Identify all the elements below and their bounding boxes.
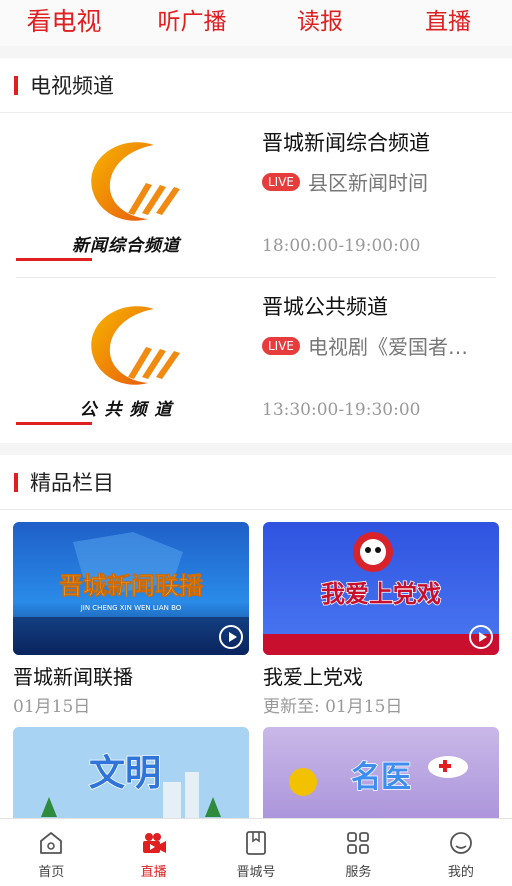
nav-label: 服务 [345, 865, 372, 880]
nav-label: 首页 [38, 865, 65, 880]
program-card-news[interactable]: 晋城新闻联播 JIN CHENG XIN WEN LIAN BO 晋城新闻联播 … [13, 522, 249, 717]
section-marker [14, 472, 18, 492]
section-marker [14, 75, 18, 95]
active-indicator [16, 422, 92, 425]
nav-services[interactable]: 服务 [307, 819, 409, 886]
program-date: 01月15日 [13, 697, 91, 717]
channel-logo-text: 新闻综合频道 [72, 236, 180, 256]
tab-live[interactable]: 直播 [384, 0, 512, 46]
top-tab-bar: 看电视 听广播 读报 直播 [0, 0, 512, 46]
nav-label: 我的 [447, 865, 474, 880]
program-thumbnail: 晋城新闻联播 JIN CHENG XIN WEN LIAN BO [13, 522, 249, 655]
program-title: 我爱上党戏 [263, 665, 363, 689]
thumbnail-title: 文明 [89, 753, 161, 794]
channel-item-public[interactable]: 公 共 频 道 晋城公共频道 LIVE 电视剧《爱国者… 13:30:00-19… [0, 277, 512, 441]
thumbnail-title: 我爱上党戏 [321, 579, 441, 608]
nav-jincheng-account[interactable]: 晋城号 [205, 819, 307, 886]
play-icon[interactable] [219, 625, 243, 649]
channel-name: 晋城新闻综合频道 [262, 131, 430, 155]
swoosh-logo-icon [91, 142, 180, 221]
camera-icon [142, 833, 166, 853]
channel-logo: 新闻综合频道 [16, 127, 236, 262]
program-time: 18:00:00-19:00:00 [262, 236, 421, 256]
program-title: 晋城新闻联播 [13, 665, 133, 689]
channel-name: 晋城公共频道 [262, 295, 388, 319]
nav-profile[interactable]: 我的 [410, 819, 512, 886]
program-thumbnail: 我爱上党戏 [263, 522, 499, 655]
thumbnail-title: 晋城新闻联播 [59, 572, 204, 600]
tab-watch-tv[interactable]: 看电视 [0, 0, 128, 46]
current-program: LIVE 电视剧《爱国者… [262, 331, 498, 360]
section-header: 电视频道 [0, 58, 512, 113]
section-title: 精品栏目 [30, 471, 114, 495]
live-badge: LIVE [262, 336, 301, 355]
thumbnail-subtitle: JIN CHENG XIN WEN LIAN BO [80, 604, 182, 612]
program-time: 13:30:00-19:30:00 [262, 400, 421, 420]
bottom-nav: 首页 直播 晋城号 服务 我的 [0, 818, 512, 886]
tab-radio[interactable]: 听广播 [128, 0, 256, 46]
featured-programs-section: 精品栏目 晋城新闻联播 JIN CHENG XIN WEN LIAN BO 晋城… [0, 455, 512, 860]
channel-item-news[interactable]: 新闻综合频道 晋城新闻综合频道 LIVE 县区新闻时间 18:00:00-19:… [0, 113, 512, 277]
nav-home[interactable]: 首页 [0, 819, 102, 886]
swoosh-logo-icon [91, 306, 180, 385]
program-title: 电视剧《爱国者… [308, 335, 469, 359]
nav-label: 晋城号 [236, 865, 276, 880]
home-icon [40, 832, 63, 854]
program-date: 更新至: 01月15日 [263, 697, 403, 717]
current-program: LIVE 县区新闻时间 [262, 167, 498, 196]
tab-newspaper[interactable]: 读报 [256, 0, 384, 46]
tv-channels-section: 电视频道 新闻综合频道 晋城新闻综合频道 LIVE 县区新闻时间 18:00:0… [0, 58, 512, 443]
nav-label: 直播 [140, 865, 167, 880]
bookmark-icon [246, 831, 266, 855]
live-badge: LIVE [262, 172, 301, 191]
channel-logo-text: 公 共 频 道 [79, 400, 173, 420]
profile-icon [449, 832, 472, 854]
section-header: 精品栏目 [0, 455, 512, 510]
program-card-opera[interactable]: 我爱上党戏 我爱上党戏 更新至: 01月15日 [263, 522, 499, 717]
channel-logo: 公 共 频 道 [16, 291, 236, 426]
active-indicator [16, 258, 92, 261]
thumbnail-title: 名医 [351, 760, 411, 795]
play-icon[interactable] [469, 625, 493, 649]
nav-live[interactable]: 直播 [102, 819, 204, 886]
grid-icon [347, 832, 370, 854]
section-title: 电视频道 [30, 74, 114, 98]
program-title: 县区新闻时间 [308, 171, 429, 195]
